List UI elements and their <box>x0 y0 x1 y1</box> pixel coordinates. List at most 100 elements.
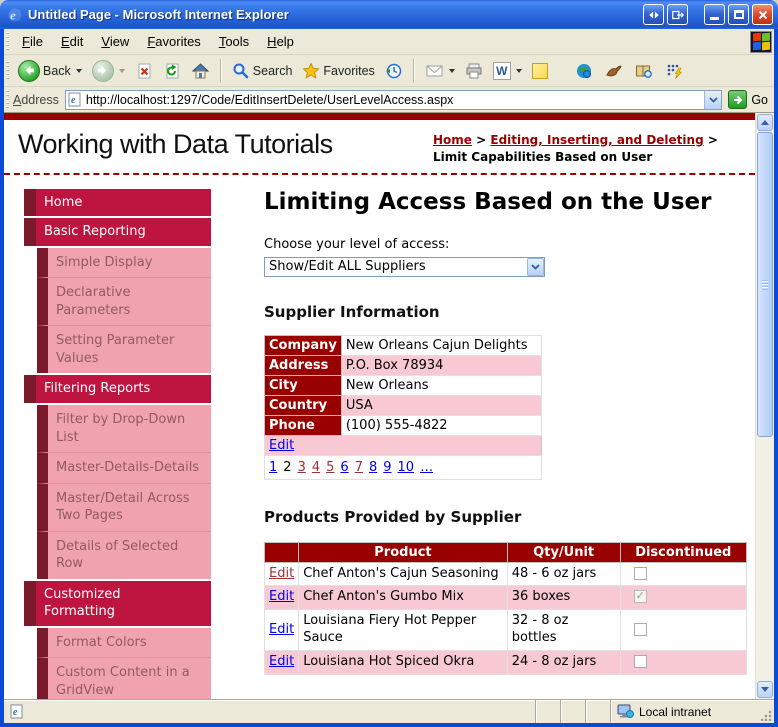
maximize-button[interactable] <box>728 4 749 25</box>
windows-logo <box>750 30 772 53</box>
title-bar: e Untitled Page - Microsoft Internet Exp… <box>0 0 778 29</box>
pager-link[interactable]: 1 <box>269 460 277 475</box>
product-edit-link[interactable]: Edit <box>269 654 294 669</box>
pager-link[interactable]: 4 <box>312 460 320 475</box>
scroll-up-button[interactable] <box>757 114 773 131</box>
research-book-icon[interactable] <box>635 63 653 79</box>
discuss-note-icon <box>531 62 548 79</box>
forward-button[interactable] <box>87 58 130 84</box>
product-name: Chef Anton's Gumbo Mix <box>298 585 508 611</box>
home-button[interactable] <box>186 60 215 82</box>
field-value: USA <box>340 394 543 416</box>
status-page-icon: e <box>10 704 23 719</box>
menu-file[interactable]: File <box>13 31 52 52</box>
address-dropdown-button[interactable] <box>704 90 722 109</box>
menu-favorites[interactable]: Favorites <box>138 31 209 52</box>
menu-help[interactable]: Help <box>258 31 303 52</box>
favorites-button[interactable]: Favorites <box>297 60 379 82</box>
discontinued-checkbox[interactable] <box>633 566 647 580</box>
table-row: Country USA <box>264 394 543 416</box>
vertical-scrollbar[interactable] <box>755 113 774 699</box>
field-label: City <box>264 374 342 396</box>
binary-tool-icon[interactable] <box>665 63 683 79</box>
refresh-button[interactable] <box>158 60 186 82</box>
sidebar-item-setting-parameter-values[interactable]: Setting Parameter Values <box>37 325 211 374</box>
supplier-section-title: Supplier Information <box>264 302 440 321</box>
sidebar-item-simple-display[interactable]: Simple Display <box>37 247 211 278</box>
history-button[interactable] <box>380 60 408 82</box>
back-button[interactable]: Back <box>13 58 87 84</box>
sidebar-item-master-details-details[interactable]: Master-Details-Details <box>37 452 211 483</box>
edit-with-word-button[interactable]: W <box>488 60 527 82</box>
window-popout-button[interactable] <box>667 4 688 25</box>
select-dropdown-button[interactable] <box>527 257 544 276</box>
pager-link[interactable]: 10 <box>398 460 415 475</box>
pager-link[interactable]: 6 <box>340 460 348 475</box>
standard-toolbar: Back Search Favorites W <box>4 55 774 87</box>
close-button[interactable] <box>752 4 773 25</box>
product-edit-link[interactable]: Edit <box>269 622 294 637</box>
minimize-button[interactable] <box>704 4 725 25</box>
menu-edit[interactable]: Edit <box>52 31 92 52</box>
product-edit-link[interactable]: Edit <box>269 566 294 581</box>
pager-link[interactable]: 8 <box>369 460 377 475</box>
table-row: Edit Chef Anton's Cajun Seasoning 48 - 6… <box>263 561 748 587</box>
window-resize-grip[interactable] <box>758 700 774 723</box>
supplier-edit-link[interactable]: Edit <box>269 438 294 453</box>
pager-ellipsis-link[interactable]: … <box>420 460 433 475</box>
sidebar-item-details-of-selected-row[interactable]: Details of Selected Row <box>37 530 211 579</box>
discontinued-checkbox[interactable] <box>633 589 647 604</box>
pager-link[interactable]: 9 <box>383 460 391 475</box>
status-bar: e Local intranet <box>4 699 774 723</box>
menu-view[interactable]: View <box>92 31 138 52</box>
sidebar-item-home[interactable]: Home <box>24 188 211 217</box>
ie-app-icon: e <box>6 6 23 23</box>
pager-link[interactable]: 5 <box>326 460 334 475</box>
toolbar-grip[interactable] <box>6 60 9 81</box>
table-row: Address P.O. Box 78934 <box>264 354 543 376</box>
sidebar-item-filtering-reports[interactable]: Filtering Reports <box>24 375 211 403</box>
access-level-select[interactable]: Show/Edit ALL Suppliers <box>264 256 545 277</box>
go-button[interactable]: Go <box>728 90 768 109</box>
field-label: Country <box>264 394 342 416</box>
forward-dropdown-caret[interactable] <box>118 68 125 73</box>
breadcrumb-home-link[interactable]: Home <box>433 133 472 147</box>
discuss-button[interactable] <box>527 61 553 81</box>
pager-link[interactable]: 3 <box>298 460 306 475</box>
product-qty: 24 - 8 oz jars <box>506 650 621 676</box>
sidebar-item-custom-content-gridview[interactable]: Custom Content in a GridView <box>37 657 211 699</box>
globe-tool-icon[interactable] <box>575 62 593 80</box>
mail-dropdown-caret[interactable] <box>448 68 455 73</box>
pager-link[interactable]: 7 <box>355 460 363 475</box>
url-text: http://localhost:1297/Code/EditInsertDel… <box>85 92 454 107</box>
sidebar-item-customized-formatting[interactable]: Customized Formatting <box>24 580 211 626</box>
edit-dropdown-caret[interactable] <box>515 68 522 73</box>
back-dropdown-caret[interactable] <box>75 68 82 73</box>
sidebar-item-master-detail-two-pages[interactable]: Master/Detail Across Two Pages <box>37 482 211 531</box>
menubar-grip[interactable] <box>6 31 9 52</box>
discontinued-checkbox[interactable] <box>633 622 647 636</box>
svg-text:e: e <box>10 7 16 22</box>
sidebar-item-label: Filter by Drop-Down List <box>56 411 186 445</box>
sidebar-item-declarative-parameters[interactable]: Declarative Parameters <box>37 277 211 326</box>
sidebar-item-filter-by-dropdown-list[interactable]: Filter by Drop-Down List <box>37 404 211 453</box>
print-button[interactable] <box>460 60 488 82</box>
stop-button[interactable] <box>130 60 158 82</box>
discontinued-checkbox[interactable] <box>633 655 647 669</box>
scrollbar-thumb[interactable] <box>757 132 773 437</box>
scroll-down-button[interactable] <box>757 681 773 698</box>
menu-tools[interactable]: Tools <box>210 31 258 52</box>
sidebar-item-format-colors[interactable]: Format Colors <box>37 627 211 658</box>
breadcrumb-section-link[interactable]: Editing, Inserting, and Deleting <box>490 133 703 147</box>
addressbar-grip[interactable] <box>6 89 9 110</box>
window-arrows-button[interactable] <box>643 4 664 25</box>
toolbar-separator <box>412 58 415 83</box>
messenger-bird-icon[interactable] <box>605 63 623 79</box>
history-icon <box>385 63 402 78</box>
mail-button[interactable] <box>420 61 460 81</box>
sidebar-item-basic-reporting[interactable]: Basic Reporting <box>24 218 211 246</box>
scroll-down-icon <box>761 687 769 692</box>
address-field[interactable]: e http://localhost:1297/Code/EditInsertD… <box>64 89 723 110</box>
search-button[interactable]: Search <box>227 60 298 82</box>
product-edit-link[interactable]: Edit <box>269 589 294 604</box>
